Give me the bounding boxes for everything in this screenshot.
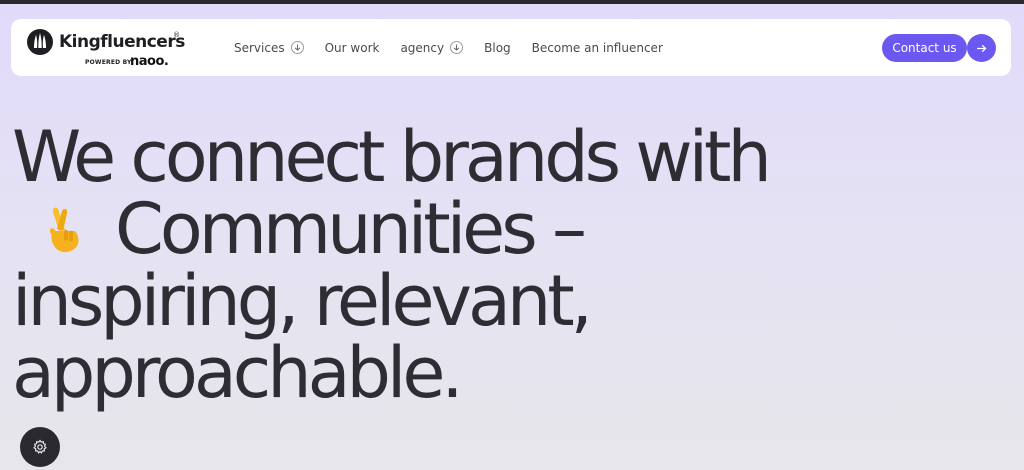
crown-logo-icon — [27, 29, 53, 55]
nav-item-become-influencer[interactable]: Become an influencer — [532, 41, 663, 55]
nav-label-services: Services — [234, 40, 285, 55]
hero-line-1: We connect brands with — [12, 116, 772, 198]
nav-item-agency[interactable]: agency — [400, 40, 464, 55]
nav-label-blog: Blog — [484, 40, 511, 55]
nav-label-agency: agency — [400, 40, 445, 55]
hero-heading: We connect brands with Communities – ins… — [12, 121, 912, 409]
arrow-down-icon — [450, 41, 464, 54]
gear-icon — [33, 439, 47, 454]
site-header: Kingfluencers ® POWERED BY naoo. Service… — [11, 19, 1011, 76]
registered-mark: ® — [173, 31, 180, 39]
contact-us-button[interactable]: Contact us — [882, 34, 967, 62]
hero-line-3: inspiring, relevant, — [12, 260, 593, 342]
arrow-right-icon — [977, 44, 987, 52]
nav-label-our-work: Our work — [324, 40, 380, 55]
crossed-fingers-icon — [12, 193, 115, 265]
contact-arrow-button[interactable] — [967, 34, 996, 62]
nav-label-become-influencer: Become an influencer — [531, 40, 663, 55]
hero-line-2-row: Communities – — [12, 193, 912, 265]
browser-top-strip — [0, 0, 1024, 4]
powered-by-brand: naoo. — [130, 54, 169, 69]
nav-item-services[interactable]: Services — [234, 41, 304, 55]
nav-item-blog[interactable]: Blog — [484, 41, 511, 55]
nav-item-our-work[interactable]: Our work — [325, 41, 380, 55]
brand-name: Kingfluencers — [59, 32, 185, 52]
cookie-settings-button[interactable] — [20, 427, 60, 467]
powered-by-label: POWERED BY — [85, 59, 132, 66]
hero-section: We connect brands with Communities – ins… — [12, 121, 912, 409]
arrow-down-icon — [290, 41, 304, 54]
hero-line-4: approachable. — [12, 332, 464, 414]
main-nav: Services Our work agency Blog Become an … — [234, 19, 684, 76]
brand-logo[interactable]: Kingfluencers ® POWERED BY naoo. — [26, 27, 186, 71]
hero-line-2: Communities – — [115, 188, 587, 270]
